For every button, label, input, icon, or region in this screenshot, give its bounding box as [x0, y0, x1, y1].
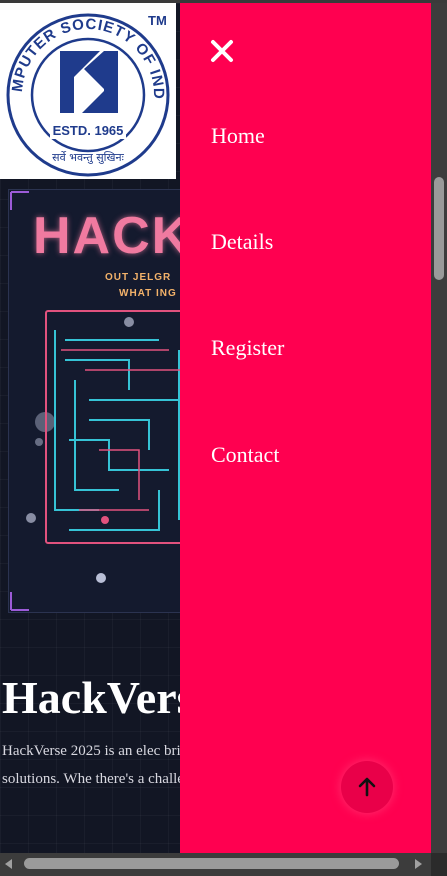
poster-subtitle-line1: OUT JELGR — [105, 272, 172, 283]
menu-link-details[interactable]: Details — [211, 229, 273, 255]
hackverse-poster-image: HACK OUT JELGR WHAT ING — [8, 189, 201, 613]
horizontal-scrollbar-thumb[interactable] — [24, 858, 399, 869]
arrow-up-icon — [358, 777, 376, 797]
csi-logo[interactable]: COMPUTER SOCIETY OF INDIA TM ESTD. 1965 … — [0, 3, 176, 179]
menu-link-home[interactable]: Home — [211, 123, 265, 149]
menu-link-contact[interactable]: Contact — [211, 442, 279, 468]
poster-subtitle-line2: WHAT ING — [119, 288, 177, 299]
poster-board-frame — [45, 310, 201, 544]
poster-title: HACK — [33, 207, 192, 265]
scroll-left-arrow-icon[interactable] — [5, 859, 12, 869]
scroll-right-arrow-icon[interactable] — [415, 859, 422, 869]
logo-established: ESTD. 1965 — [53, 123, 124, 138]
horizontal-scrollbar[interactable] — [0, 853, 447, 876]
csi-emblem-icon: COMPUTER SOCIETY OF INDIA TM ESTD. 1965 … — [0, 3, 170, 177]
menu-link-register[interactable]: Register — [211, 335, 284, 361]
scroll-to-top-button[interactable] — [341, 761, 393, 813]
scrollbar-corner — [431, 853, 447, 876]
vertical-scrollbar-thumb[interactable] — [434, 177, 444, 280]
vertical-scrollbar[interactable] — [431, 3, 447, 853]
close-icon — [211, 40, 233, 62]
logo-trademark: TM — [148, 13, 167, 28]
close-menu-button[interactable] — [206, 35, 238, 67]
side-navigation-menu: Home Details Register Contact — [180, 3, 431, 853]
logo-motto: सर्वे भवन्तु सुखिनः — [52, 151, 124, 164]
